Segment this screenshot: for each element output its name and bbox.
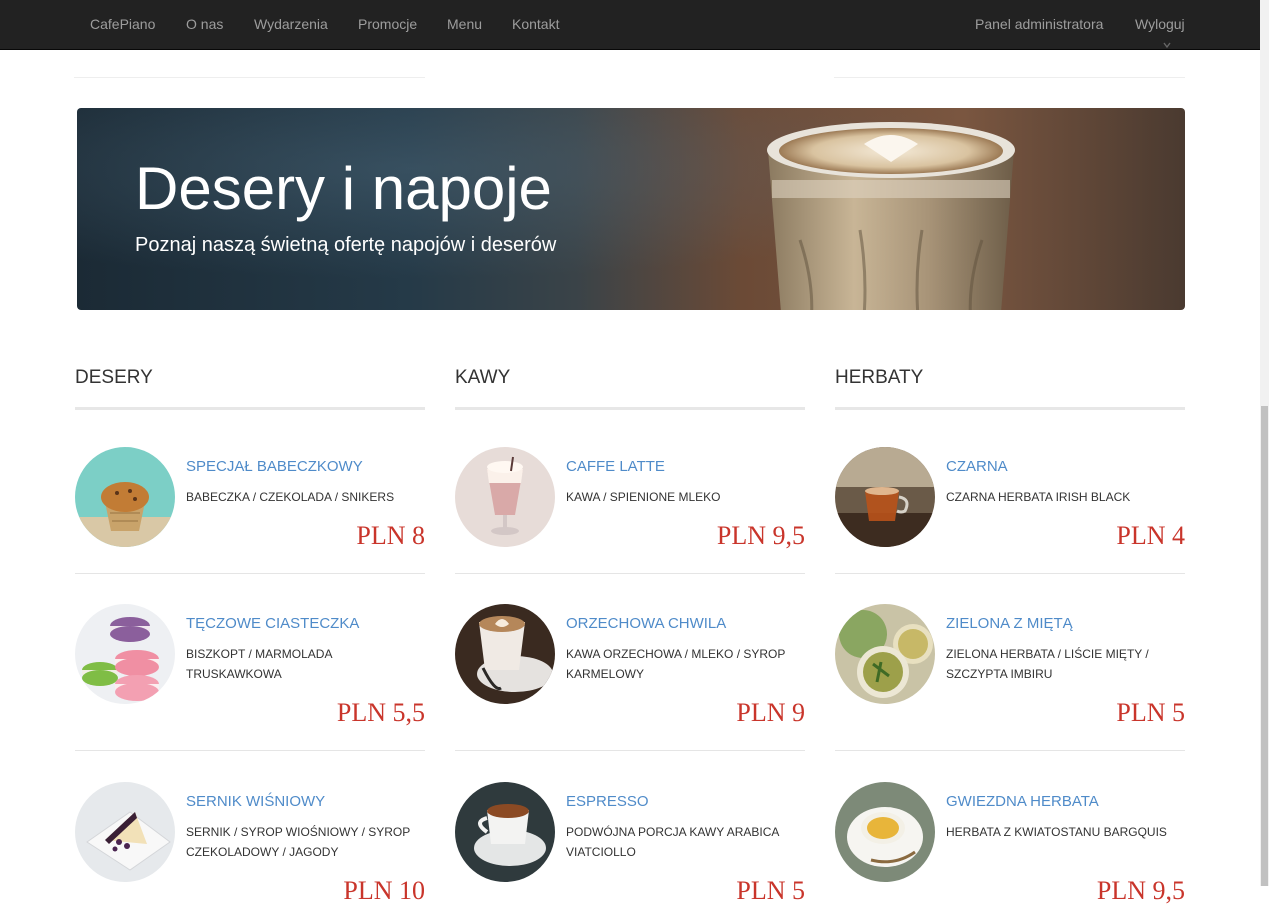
menu-item-name[interactable]: CZARNA (946, 458, 1008, 475)
hero-subtitle: Poznaj naszą świetną ofertę napojów i de… (135, 234, 557, 256)
nav-link-admin-panel[interactable]: Panel administratora (975, 0, 1103, 49)
menu-item-price: PLN 10 (343, 876, 425, 905)
menu-item-photo (75, 782, 175, 882)
menu-item-photo (75, 604, 175, 704)
menu-item-description: HERBATA Z KWIATOSTANU BARGQUIS (946, 825, 1167, 839)
nav-link-about[interactable]: O nas (186, 0, 223, 49)
menu-item-price: PLN 9,5 (1096, 876, 1185, 905)
menu-item-photo (835, 782, 935, 882)
divider (834, 77, 1185, 78)
nav-link-events[interactable]: Wydarzenia (254, 0, 328, 49)
divider (835, 750, 1185, 751)
menu-item-description: BABECZKA / CZEKOLADA / SNIKERS (186, 490, 395, 504)
menu-item-description: PODWÓJNA PORCJA KAWY ARABICA VIATCIOLLO (566, 825, 779, 859)
nav-link-logout[interactable]: Wyloguj (1135, 0, 1185, 49)
menu-item-photo (455, 447, 555, 547)
divider (75, 407, 425, 410)
menu-item-price: PLN 5 (736, 876, 805, 905)
menu-item-price: PLN 8 (356, 521, 425, 550)
nav-link-promotions[interactable]: Promocje (358, 0, 417, 49)
menu-item-price: PLN 4 (1116, 521, 1185, 550)
chevron-icon (1162, 40, 1172, 53)
menu-item-name[interactable]: CAFFE LATTE (566, 458, 665, 475)
menu-item-name[interactable]: SERNIK WIŚNIOWY (186, 793, 325, 810)
menu-item-name[interactable]: SPECJAŁ BABECZKOWY (186, 458, 363, 475)
menu-item-price: PLN 9,5 (716, 521, 805, 550)
scrollbar-thumb[interactable] (1261, 406, 1268, 886)
menu-item-photo (455, 604, 555, 704)
divider (75, 750, 425, 751)
hero-banner: Desery i napoje Poznaj naszą świetną ofe… (77, 108, 1185, 310)
column-heading: DESERY (75, 367, 153, 388)
menu-item-description: KAWA ORZECHOWA / MLEKO / SYROP KARMELOWY (566, 647, 786, 681)
menu-item-description: ZIELONA HERBATA / LIŚCIE MIĘTY / SZCZYPT… (946, 647, 1149, 681)
coffee-cup-image (767, 122, 1015, 310)
menu-item-photo (75, 447, 175, 547)
menu-item-photo (835, 447, 935, 547)
hero-title: Desery i napoje (135, 155, 552, 222)
menu-item-name[interactable]: ESPRESSO (566, 793, 649, 810)
divider (455, 573, 805, 574)
divider (75, 573, 425, 574)
nav-link-contact[interactable]: Kontakt (512, 0, 559, 49)
menu-item-photo (455, 782, 555, 882)
menu-item-description: CZARNA HERBATA IRISH BLACK (946, 490, 1131, 504)
menu-item-name[interactable]: ORZECHOWA CHWILA (566, 615, 726, 632)
menu-item-price: PLN 5 (1116, 698, 1185, 727)
divider (835, 407, 1185, 410)
menu-item-name[interactable]: TĘCZOWE CIASTECZKA (186, 615, 359, 632)
menu-item-description: KAWA / SPIENIONE MLEKO (566, 490, 721, 504)
divider (835, 573, 1185, 574)
navbar: CafePiano O nas Wydarzenia Promocje Menu… (0, 0, 1260, 50)
column-heading: HERBATY (835, 367, 924, 388)
divider (455, 750, 805, 751)
nav-brand-link[interactable]: CafePiano (90, 0, 155, 49)
menu-item-photo (835, 604, 935, 704)
page-scrollbar[interactable] (1260, 0, 1269, 886)
menu-item-description: SERNIK / SYROP WIOŚNIOWY / SYROP CZEKOLA… (186, 825, 411, 859)
menu-item-name[interactable]: GWIEZDNA HERBATA (946, 793, 1099, 810)
menu-item-price: PLN 9 (736, 698, 805, 727)
menu-item-name[interactable]: ZIELONA Z MIĘTĄ (946, 615, 1073, 632)
divider (455, 407, 805, 410)
divider (74, 77, 425, 78)
column-heading: KAWY (455, 367, 511, 388)
menu-item-description: BISZKOPT / MARMOLADA TRUSKAWKOWA (186, 647, 332, 681)
menu-item-price: PLN 5,5 (336, 698, 425, 727)
nav-link-menu[interactable]: Menu (447, 0, 482, 49)
